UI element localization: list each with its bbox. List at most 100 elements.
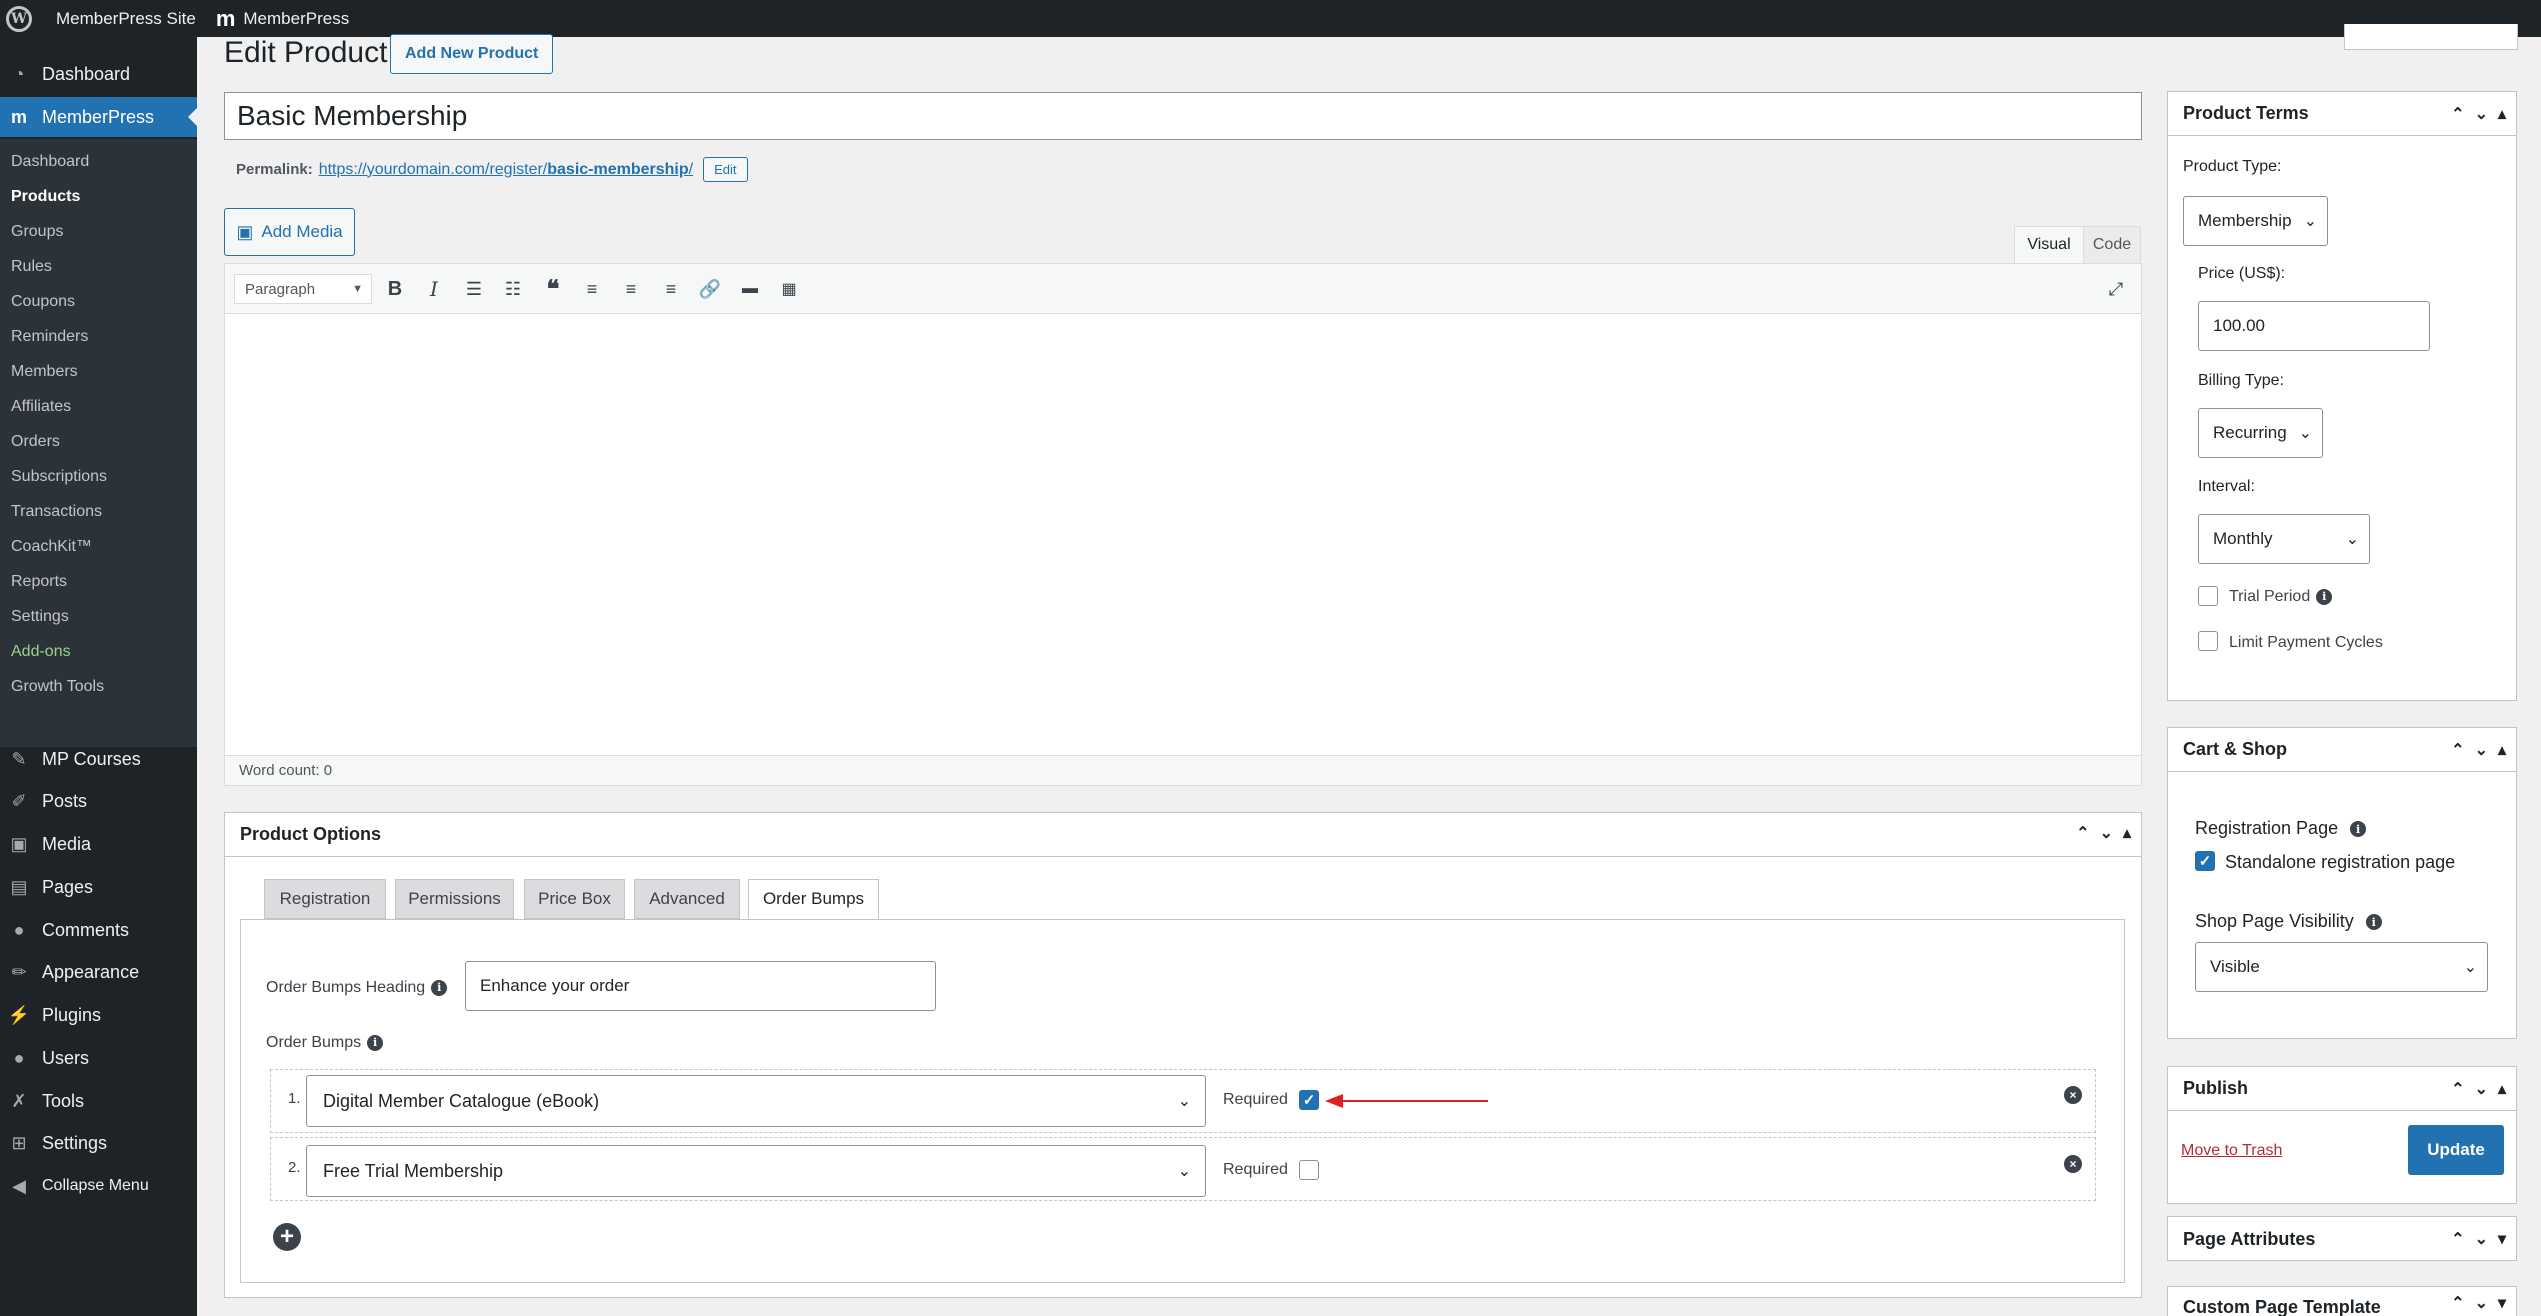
toggle-icon[interactable]: ▴ — [2498, 740, 2506, 760]
submenu-products[interactable]: Products — [11, 188, 80, 206]
sidebar-item-mp-courses[interactable]: ✎ MP Courses — [0, 739, 197, 779]
align-center-icon[interactable]: ≡ — [618, 276, 644, 302]
order-bumps-heading-input[interactable]: Enhance your order — [465, 961, 936, 1011]
info-icon[interactable]: i — [2365, 914, 2382, 931]
toolbar-toggle-icon[interactable]: ▦ — [776, 276, 802, 302]
chevron-down-icon[interactable]: ⌄ — [2475, 1293, 2488, 1313]
sidebar-item-collapse[interactable]: ◀ Collapse Menu — [0, 1166, 197, 1206]
bump-product-select[interactable]: Free Trial Membership ⌄ — [306, 1145, 1206, 1197]
bump-product-select[interactable]: Digital Member Catalogue (eBook) ⌄ — [306, 1075, 1206, 1127]
limit-cycles-checkbox[interactable] — [2198, 631, 2218, 651]
screen-options-tab[interactable] — [2344, 24, 2518, 50]
submenu-dashboard[interactable]: Dashboard — [11, 153, 89, 171]
fullscreen-icon[interactable]: ⤢ — [2103, 276, 2129, 302]
toggle-icon[interactable]: ▴ — [2123, 823, 2131, 843]
align-left-icon[interactable]: ≡ — [579, 276, 605, 302]
submenu-groups[interactable]: Groups — [11, 223, 63, 241]
bold-icon[interactable]: B — [382, 276, 408, 302]
sidebar-item-settings[interactable]: ⊞ Settings — [0, 1123, 197, 1163]
trial-period-checkbox[interactable] — [2198, 586, 2218, 606]
chevron-down-icon[interactable]: ⌄ — [2475, 1079, 2488, 1099]
tab-order-bumps[interactable]: Order Bumps — [748, 879, 879, 919]
sidebar-item-tools[interactable]: ✗ Tools — [0, 1081, 197, 1121]
remove-bump-icon[interactable]: × — [2064, 1155, 2082, 1173]
format-select[interactable]: Paragraph ▼ — [234, 274, 372, 304]
sidebar-item-comments[interactable]: ● Comments — [0, 910, 197, 950]
chevron-up-icon[interactable]: ⌃ — [2451, 740, 2464, 760]
shop-visibility-select[interactable]: Visible ⌄ — [2195, 942, 2488, 992]
sidebar-item-media[interactable]: ▣ Media — [0, 824, 197, 864]
interval-select[interactable]: Monthly ⌄ — [2198, 514, 2370, 564]
chevron-down-icon[interactable]: ⌄ — [2100, 823, 2113, 843]
wp-home[interactable]: W MemberPress Site — [6, 5, 196, 32]
required-checkbox[interactable] — [1299, 1160, 1319, 1180]
submenu-coachkit[interactable]: CoachKit™ — [11, 538, 92, 556]
tab-price-box[interactable]: Price Box — [524, 879, 625, 919]
required-checkbox[interactable]: ✓ — [1299, 1090, 1319, 1110]
permalink-link[interactable]: https://yourdomain.com/register/basic-me… — [319, 161, 693, 179]
add-media-button[interactable]: ▣ Add Media — [224, 208, 355, 256]
tab-code[interactable]: Code — [2083, 226, 2141, 264]
chevron-up-icon[interactable]: ⌃ — [2451, 1079, 2464, 1099]
toggle-icon[interactable]: ▾ — [2498, 1229, 2506, 1249]
tab-registration[interactable]: Registration — [264, 879, 386, 919]
submenu-rules[interactable]: Rules — [11, 258, 52, 276]
sidebar-item-appearance[interactable]: ✏ Appearance — [0, 952, 197, 992]
chevron-up-icon[interactable]: ⌃ — [2076, 823, 2089, 843]
product-title-input[interactable]: Basic Membership — [224, 92, 2142, 140]
submenu-reports[interactable]: Reports — [11, 573, 67, 591]
align-right-icon[interactable]: ≡ — [658, 276, 684, 302]
sidebar-item-dashboard[interactable]: ◔ Dashboard — [0, 54, 197, 94]
info-icon[interactable]: i — [431, 979, 448, 996]
sidebar-item-users[interactable]: ● Users — [0, 1038, 197, 1078]
chevron-down-icon[interactable]: ⌄ — [2475, 740, 2488, 760]
sidebar-item-plugins[interactable]: ⚡ Plugins — [0, 995, 197, 1035]
custom-template-header[interactable]: Custom Page Template ⌃ ⌄ ▾ — [2168, 1287, 2516, 1316]
submenu-addons[interactable]: Add-ons — [11, 643, 71, 661]
add-bump-icon[interactable]: + — [273, 1223, 301, 1251]
chevron-down-icon[interactable]: ⌄ — [2475, 104, 2488, 124]
submenu-affiliates[interactable]: Affiliates — [11, 398, 71, 416]
chevron-up-icon[interactable]: ⌃ — [2451, 1229, 2464, 1249]
toggle-icon[interactable]: ▴ — [2498, 1079, 2506, 1099]
add-new-product-button[interactable]: Add New Product — [390, 34, 554, 74]
submenu-settings[interactable]: Settings — [11, 608, 69, 626]
info-icon[interactable]: i — [2350, 821, 2367, 838]
chevron-up-icon[interactable]: ⌃ — [2451, 1293, 2464, 1313]
sidebar-item-posts[interactable]: ✐ Posts — [0, 781, 197, 821]
numbered-list-icon[interactable]: ☷ — [500, 276, 526, 302]
submenu-growth-tools[interactable]: Growth Tools — [11, 678, 104, 696]
italic-icon[interactable]: I — [421, 276, 447, 302]
info-icon[interactable]: i — [367, 1034, 384, 1051]
submenu-members[interactable]: Members — [11, 363, 78, 381]
bullet-list-icon[interactable]: ☰ — [461, 276, 487, 302]
toggle-icon[interactable]: ▾ — [2498, 1293, 2506, 1313]
submenu-transactions[interactable]: Transactions — [11, 503, 102, 521]
submenu-reminders[interactable]: Reminders — [11, 328, 88, 346]
link-icon[interactable]: 🔗 — [697, 276, 723, 302]
chevron-down-icon[interactable]: ⌄ — [2475, 1229, 2488, 1249]
remove-bump-icon[interactable]: × — [2064, 1086, 2082, 1104]
sidebar-item-memberpress[interactable]: m MemberPress — [0, 97, 197, 137]
sidebar-item-pages[interactable]: ▤ Pages — [0, 867, 197, 907]
toggle-icon[interactable]: ▴ — [2498, 104, 2506, 124]
info-icon[interactable]: i — [2316, 588, 2333, 605]
submenu-subscriptions[interactable]: Subscriptions — [11, 468, 107, 486]
tab-permissions[interactable]: Permissions — [395, 879, 514, 919]
price-input[interactable]: 100.00 — [2198, 301, 2430, 351]
page-attributes-header[interactable]: Page Attributes ⌃ ⌄ ▾ — [2168, 1217, 2516, 1261]
billing-type-select[interactable]: Recurring ⌄ — [2198, 408, 2323, 458]
tab-advanced[interactable]: Advanced — [634, 879, 740, 919]
editor-content-area[interactable] — [225, 315, 2141, 755]
tab-visual[interactable]: Visual — [2014, 226, 2084, 264]
standalone-checkbox[interactable]: ✓ — [2195, 851, 2215, 871]
memberpress-adminbar-item[interactable]: m MemberPress — [216, 6, 349, 32]
product-type-select[interactable]: Membership ⌄ — [2183, 196, 2328, 246]
permalink-edit-button[interactable]: Edit — [703, 157, 748, 182]
submenu-orders[interactable]: Orders — [11, 433, 60, 451]
chevron-up-icon[interactable]: ⌃ — [2451, 104, 2464, 124]
read-more-icon[interactable]: ▬ — [737, 276, 763, 302]
submenu-coupons[interactable]: Coupons — [11, 293, 75, 311]
update-button[interactable]: Update — [2408, 1125, 2504, 1175]
move-to-trash-link[interactable]: Move to Trash — [2181, 1142, 2282, 1160]
